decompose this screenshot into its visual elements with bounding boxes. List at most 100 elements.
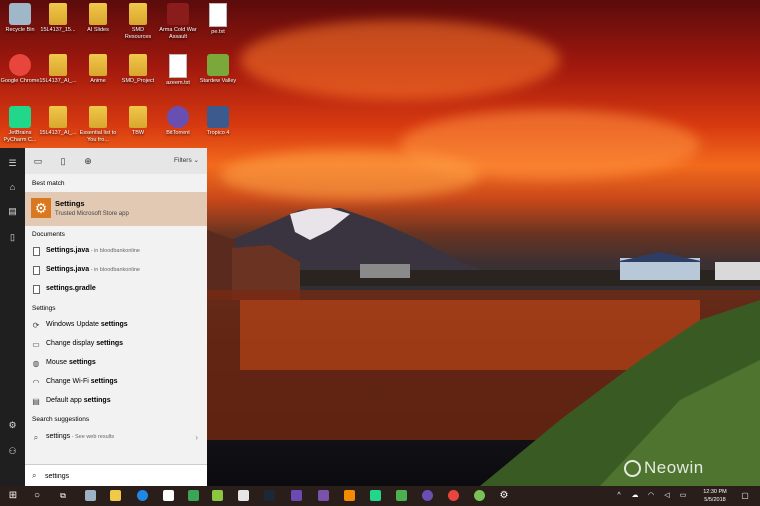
bittorrent-icon-glyph	[421, 490, 433, 501]
settings-gear-icon[interactable]: ⚙	[497, 489, 511, 503]
document-result-row[interactable]: settings.gradle	[25, 282, 207, 298]
steam-icon-glyph	[263, 490, 275, 501]
notepad-plus-icon-glyph	[211, 490, 223, 501]
clock-date: 5/5/2018	[704, 497, 726, 503]
web-suggestion-row[interactable]: ⌕ settings - See web results ›	[25, 430, 207, 446]
android-studio-icon[interactable]	[394, 489, 408, 503]
desktop-shortcut[interactable]: Tropico 4	[198, 106, 238, 137]
bittorrent-icon[interactable]	[420, 489, 434, 503]
menu-icon[interactable]: ☰	[0, 152, 25, 174]
file-icon	[31, 265, 41, 276]
neowin-logo-icon	[624, 460, 641, 478]
desktop-shortcut[interactable]: Stardew Valley	[198, 54, 238, 85]
document-name: settings.gradle	[46, 285, 96, 292]
text-file-icon	[169, 54, 187, 78]
desktop-shortcut[interactable]: JetBrains PyCharm C...	[0, 106, 40, 143]
battery-icon[interactable]: ▭	[676, 489, 690, 503]
settings-result-row[interactable]: ▭ Change display settings	[25, 337, 207, 353]
file-explorer-icon[interactable]	[108, 489, 122, 503]
desktop-shortcut[interactable]: SMD_Project	[118, 54, 158, 85]
best-match-subtitle: Trusted Microsoft Store app	[55, 211, 129, 217]
phone-icon[interactable]: ▯	[0, 226, 25, 248]
taskbar: ⊞ ○ ⧉ ⚙ ^ ☁ ◠ ◁ ▭ 12:30 PM 5/5/2018 ▢	[0, 486, 760, 506]
document-name: Settings.java	[46, 266, 90, 273]
search-input[interactable]	[45, 470, 195, 482]
wifi-icon: ◠	[32, 378, 40, 387]
chevron-up-icon[interactable]: ^	[612, 489, 626, 503]
desktop-shortcut[interactable]: TBW	[118, 106, 158, 137]
cortana-icon[interactable]: ○	[30, 489, 44, 503]
desktop-shortcut-label: AI Slides	[87, 27, 109, 33]
settings-result-row[interactable]: ▤ Default app settings	[25, 394, 207, 410]
search-icon: ⌕	[32, 471, 37, 480]
desktop-shortcut[interactable]: azeem.txt	[158, 54, 198, 87]
folder-icon	[89, 106, 107, 128]
desktop-shortcut[interactable]: SMD Resources	[118, 3, 158, 40]
document-result-row[interactable]: Settings.java - in bloodbankonline	[25, 263, 207, 279]
desktop-shortcut[interactable]: 15L4137_AI_...	[38, 106, 78, 137]
documents-icon[interactable]: ▤	[0, 200, 25, 222]
desktop-shortcut[interactable]: pe.txt	[198, 3, 238, 36]
document-result-row[interactable]: Settings.java - in bloodbankonline	[25, 244, 207, 260]
desktop-shortcut[interactable]: AI Slides	[78, 3, 118, 34]
clock-time: 12:30 PM	[703, 489, 727, 495]
windows-start-icon[interactable]: ⊞	[6, 489, 20, 503]
vlc-icon[interactable]	[342, 489, 356, 503]
desktop-shortcut[interactable]: 15L4137_AI_...	[38, 54, 78, 85]
chrome-icon[interactable]	[446, 489, 460, 503]
document-icon[interactable]: ▯	[58, 156, 68, 166]
green-app-icon[interactable]	[186, 489, 200, 503]
best-match-header: Best match	[32, 180, 65, 187]
desktop-shortcut[interactable]: Recycle Bin	[0, 3, 40, 34]
folder-icon	[49, 106, 67, 128]
storage-icon-glyph	[84, 490, 96, 501]
folder-icon	[129, 3, 147, 25]
pycharm-icon[interactable]	[368, 489, 382, 503]
settings-icon[interactable]: ⚙	[0, 414, 25, 436]
visual-studio-icon[interactable]	[316, 489, 330, 503]
cloud-icon[interactable]: ☁	[628, 489, 642, 503]
display-icon: ▭	[32, 340, 40, 349]
task-view-icon[interactable]: ⧉	[56, 489, 70, 503]
web-icon[interactable]: ⊕	[83, 156, 93, 166]
action-center-icon[interactable]: ▢	[738, 489, 752, 503]
settings-result-row[interactable]: ◠ Change Wi-Fi settings	[25, 375, 207, 391]
document-location: - in bloodbankonline	[89, 248, 140, 254]
neowin-watermark: Neowin	[624, 458, 704, 478]
settings-result-row[interactable]: ⟳ Windows Update settings	[25, 318, 207, 334]
store-icon[interactable]	[161, 489, 175, 503]
user-icon[interactable]: ⚇	[0, 440, 25, 462]
notepad-plus-icon[interactable]	[210, 489, 224, 503]
search-filter-bar: ▭ ▯ ⊕ Filters ⌄	[25, 148, 207, 174]
wifi-icon[interactable]: ◠	[644, 489, 658, 503]
folder-icon	[129, 54, 147, 76]
desktop-shortcut[interactable]: Anime	[78, 54, 118, 85]
volume-icon[interactable]: ◁	[660, 489, 674, 503]
intellij-icon[interactable]	[289, 489, 303, 503]
document-name: Settings.java	[46, 247, 90, 254]
desktop-shortcut-label: SMD_Project	[121, 78, 155, 84]
desktop-shortcut[interactable]: 15L4137_15...	[38, 3, 78, 34]
best-match-settings-app[interactable]: ⚙ Settings Trusted Microsoft Store app	[25, 192, 207, 226]
paint-icon[interactable]	[236, 489, 250, 503]
apps-icon[interactable]: ▭	[33, 156, 43, 166]
filters-dropdown[interactable]: Filters ⌄	[174, 156, 199, 164]
desktop-shortcut[interactable]: Arma Cold War Assault	[158, 3, 198, 40]
android-icon[interactable]	[472, 489, 486, 503]
desktop-shortcut[interactable]: Google Chrome	[0, 54, 40, 85]
desktop-shortcut[interactable]: BitTorrent	[158, 106, 198, 137]
store-icon-glyph	[162, 490, 174, 501]
default-apps-icon: ▤	[32, 397, 40, 406]
android-studio-icon-glyph	[395, 490, 407, 501]
best-match-title: Settings	[55, 199, 85, 208]
steam-icon[interactable]	[262, 489, 276, 503]
storage-icon[interactable]	[83, 489, 97, 503]
mouse-icon: ◍	[32, 359, 40, 368]
search-suggestions-header: Search suggestions	[32, 416, 90, 423]
chevron-down-icon: ⌄	[193, 157, 199, 164]
home-icon[interactable]: ⌂	[0, 176, 25, 198]
desktop-shortcut[interactable]: Essential list to You fro...	[78, 106, 118, 143]
settings-result-row[interactable]: ◍ Mouse settings	[25, 356, 207, 372]
edge-icon[interactable]	[135, 489, 149, 503]
system-clock[interactable]: 12:30 PM 5/5/2018	[692, 488, 738, 504]
